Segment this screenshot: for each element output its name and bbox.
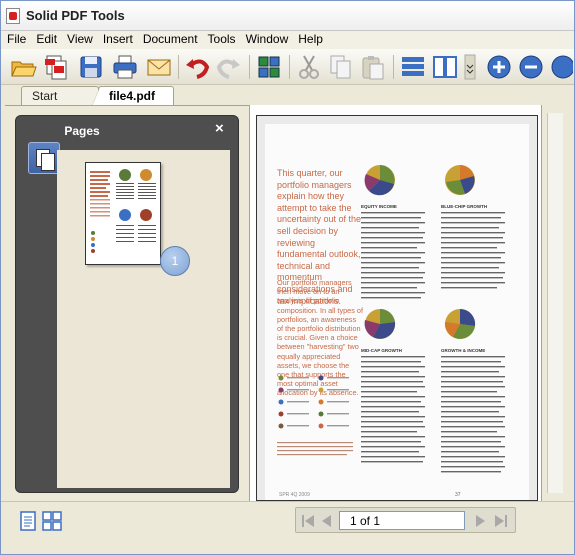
menu-insert[interactable]: Insert (98, 31, 138, 46)
menu-help[interactable]: Help (293, 31, 328, 46)
new-pdf-button[interactable] (43, 53, 71, 81)
zoom-out-button[interactable] (517, 53, 545, 81)
toolbar (1, 49, 575, 85)
single-page-button[interactable] (399, 53, 427, 81)
pdf-page: This quarter, our portfolio managers exp… (256, 115, 538, 501)
print-button[interactable] (111, 53, 139, 81)
zoom-actual-icon (551, 55, 575, 79)
page-thumbnail[interactable] (85, 162, 161, 265)
close-icon[interactable]: × (215, 121, 224, 136)
pdf-page-content: This quarter, our portfolio managers exp… (265, 124, 529, 500)
section-heading: MID-CAP GROWTH (361, 348, 402, 353)
page-number-field[interactable]: 1 of 1 (339, 511, 465, 530)
section-heading: BLUE-CHIP GROWTH (441, 204, 488, 209)
footnote-lines (277, 442, 353, 456)
redo-button[interactable] (215, 53, 243, 81)
menu-window[interactable]: Window (241, 31, 294, 46)
menu-document[interactable]: Document (138, 31, 203, 46)
app-window: Solid PDF Tools File Edit View Insert Docume… (0, 0, 575, 555)
single-page-view-button[interactable] (17, 510, 39, 532)
first-page-icon (302, 515, 314, 527)
undo-button[interactable] (183, 53, 211, 81)
section-heading: EQUITY INCOME (361, 204, 397, 209)
pages-icon[interactable] (28, 142, 60, 174)
pie-chart (364, 165, 395, 196)
zoom-actual-button[interactable] (549, 53, 575, 81)
copy-button[interactable] (327, 53, 355, 81)
next-page-icon (476, 515, 485, 527)
next-page-button[interactable] (473, 513, 489, 529)
pie-chart (445, 165, 475, 195)
paste-button[interactable] (359, 53, 387, 81)
window-title: Solid PDF Tools (26, 8, 125, 23)
two-page-button[interactable] (431, 53, 459, 81)
page-footer-right: 37 (455, 492, 461, 498)
toolbar-separator (178, 55, 179, 79)
toolbar-separator (249, 55, 250, 79)
save-icon (80, 56, 102, 78)
legend-labels (287, 377, 349, 427)
scrollbar-track[interactable] (547, 113, 563, 493)
tab-file4-pdf[interactable]: file4.pdf (92, 86, 174, 106)
pages-panel-header: Pages × (16, 116, 238, 140)
pages-panel-title: Pages (64, 124, 100, 138)
chevron-down-icon (464, 54, 476, 80)
email-icon (147, 59, 171, 76)
pie-chart (444, 308, 476, 339)
thumbnail-view-button[interactable] (41, 510, 63, 532)
page-number-badge: 1 (160, 246, 190, 276)
pages-panel: Pages × 1 (15, 115, 239, 493)
toolbar-separator (393, 55, 394, 79)
first-page-button[interactable] (300, 513, 316, 529)
last-page-icon (495, 515, 507, 527)
menu-file[interactable]: File (1, 31, 31, 46)
thumbnail-view-icon (42, 511, 62, 531)
thumbnail-preview (90, 169, 156, 253)
open-icon (11, 61, 37, 77)
cut-button[interactable] (295, 53, 323, 81)
menu-edit[interactable]: Edit (31, 31, 62, 46)
pie-chart (364, 308, 396, 339)
toolbar-separator (289, 55, 290, 79)
toolbar-overflow-button[interactable] (463, 53, 477, 81)
menu-bar: File Edit View Insert Document Tools Window Hel… (1, 31, 574, 49)
document-tabs: Start Page file4.pdf (1, 85, 574, 117)
last-page-button[interactable] (493, 513, 509, 529)
copy-icon (330, 55, 351, 79)
menu-tools[interactable]: Tools (203, 31, 241, 46)
zoom-in-icon (487, 55, 511, 79)
document-view[interactable]: This quarter, our portfolio managers exp… (249, 105, 542, 501)
page-navigator: 1 of 1 (295, 507, 516, 533)
previous-page-icon (322, 515, 331, 527)
zoom-out-icon (519, 55, 543, 79)
two-page-icon (433, 56, 457, 78)
single-page-view-icon (20, 511, 36, 531)
section-heading: GROWTH & INCOME (441, 348, 486, 353)
print-icon (113, 55, 137, 79)
paste-icon (362, 56, 384, 80)
previous-page-button[interactable] (318, 513, 334, 529)
cut-icon (299, 55, 319, 79)
undo-icon (186, 59, 210, 79)
status-bar: 1 of 1 (1, 501, 574, 553)
email-button[interactable] (145, 53, 173, 81)
new-pdf-icon (45, 55, 67, 80)
single-page-icon (402, 57, 424, 76)
scan-button[interactable] (255, 53, 283, 81)
menu-view[interactable]: View (62, 31, 98, 46)
page-graphics (277, 165, 505, 473)
zoom-in-button[interactable] (485, 53, 513, 81)
vertical-scrollbar[interactable] (542, 105, 570, 501)
pages-thumbnail-area: 1 (57, 150, 230, 488)
title-bar: Solid PDF Tools (1, 1, 574, 31)
redo-icon (216, 59, 240, 79)
open-button[interactable] (9, 53, 37, 81)
scan-icon (258, 56, 280, 78)
app-icon (6, 8, 20, 24)
holdings-lines (361, 212, 505, 473)
page-footer-left: SPR 4Q 2009 (279, 492, 310, 498)
save-button[interactable] (77, 53, 105, 81)
tab-start-page[interactable]: Start Page (21, 86, 99, 117)
